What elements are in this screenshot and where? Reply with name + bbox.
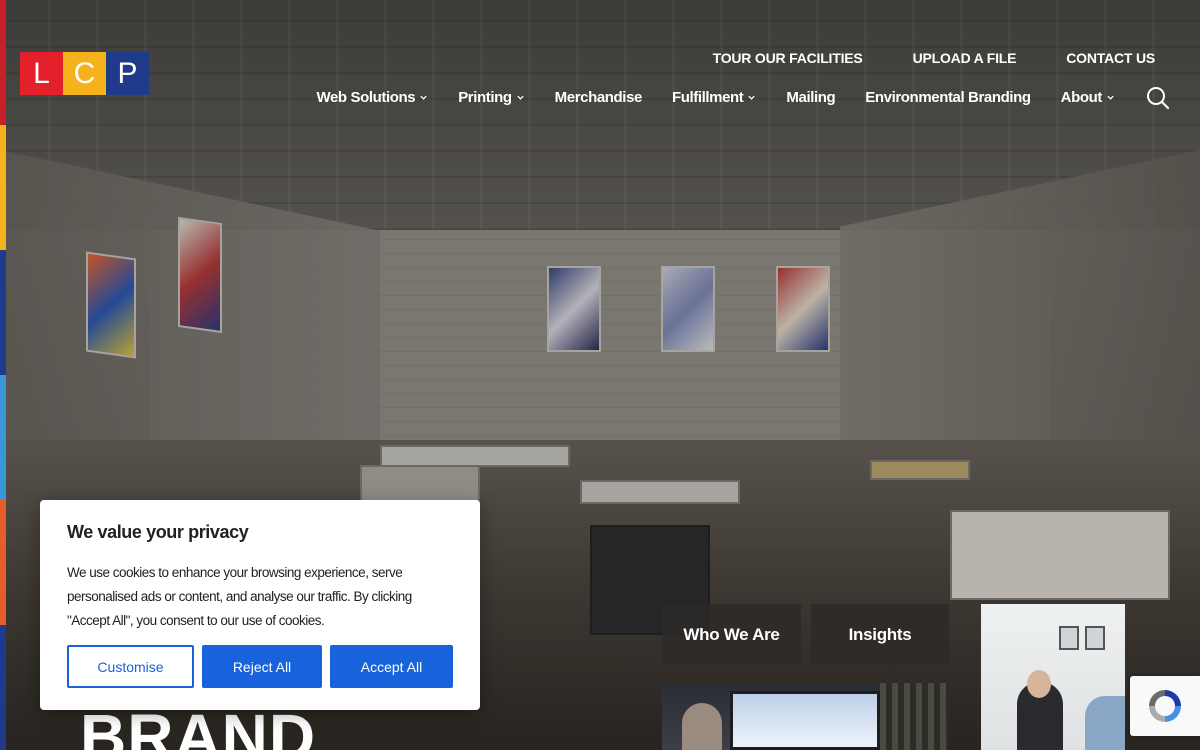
cookie-consent-dialog: We value your privacy We use cookies to … (40, 500, 480, 710)
nav-item-merchandise[interactable]: Merchandise (554, 89, 643, 106)
chevron-down-icon (748, 95, 756, 100)
lcp-logo[interactable]: L C P (20, 52, 149, 95)
reject-all-button[interactable]: Reject All (202, 645, 322, 688)
chevron-down-icon (1107, 95, 1114, 100)
stripe-segment (0, 250, 6, 375)
nav-label: Web Solutions (316, 89, 416, 106)
nav-item-web-solutions[interactable]: Web Solutions (317, 89, 429, 106)
chevron-down-icon (517, 95, 524, 100)
stripe-segment (0, 0, 6, 125)
recaptcha-badge[interactable] (1130, 676, 1200, 736)
nav-label: Environmental Branding (865, 89, 1031, 106)
person-figure (682, 703, 722, 750)
insights-tile[interactable]: Insights (811, 604, 949, 665)
logo-letter-l: L (20, 52, 63, 95)
cookie-title: We value your privacy (67, 522, 249, 542)
person-figure (1085, 696, 1125, 750)
meeting-image[interactable] (981, 604, 1125, 750)
cookie-actions: Customise Reject All Accept All (67, 645, 453, 688)
stripe-segment (0, 625, 6, 750)
stripe-segment (0, 375, 6, 500)
nav-item-mailing[interactable]: Mailing (786, 89, 835, 106)
stripe-segment (0, 125, 6, 250)
person-head (1027, 670, 1051, 698)
customise-button[interactable]: Customise (67, 645, 194, 688)
who-we-are-tile[interactable]: Who We Are (662, 604, 801, 665)
nav-label: Printing (458, 89, 512, 106)
stripe-segment (0, 500, 6, 625)
showroom-image[interactable] (662, 683, 949, 750)
logo-letter-p: P (106, 52, 149, 95)
upload-file-link[interactable]: UPLOAD A FILE (913, 50, 1017, 66)
logo-letter-c: C (63, 52, 106, 95)
shelving (880, 683, 949, 750)
nav-label: About (1060, 89, 1103, 106)
accept-all-button[interactable]: Accept All (330, 645, 453, 688)
recaptcha-icon (1149, 690, 1181, 722)
tour-facilities-link[interactable]: TOUR OUR FACILITIES (713, 50, 863, 66)
cookie-body: We use cookies to enhance your browsing … (67, 565, 412, 628)
nav-label: Mailing (786, 89, 836, 106)
utility-nav: TOUR OUR FACILITIES UPLOAD A FILE CONTAC… (713, 50, 1156, 66)
nav-label: Fulfillment (671, 89, 744, 106)
contact-us-link[interactable]: CONTACT US (1066, 50, 1155, 66)
nav-item-about[interactable]: About (1061, 89, 1115, 106)
nav-item-printing[interactable]: Printing (458, 89, 524, 106)
nav-item-environmental-branding[interactable]: Environmental Branding (865, 89, 1031, 106)
brand-color-stripe (0, 0, 6, 750)
nav-item-fulfillment[interactable]: Fulfillment (672, 89, 756, 106)
display-screen (730, 691, 880, 750)
main-nav: Web Solutions Printing Merchandise Fulfi… (317, 89, 1116, 106)
search-icon[interactable] (1146, 86, 1170, 110)
nav-label: Merchandise (554, 89, 643, 106)
wall-frame (1059, 626, 1079, 650)
wall-frame (1085, 626, 1105, 650)
chevron-down-icon (420, 95, 427, 100)
